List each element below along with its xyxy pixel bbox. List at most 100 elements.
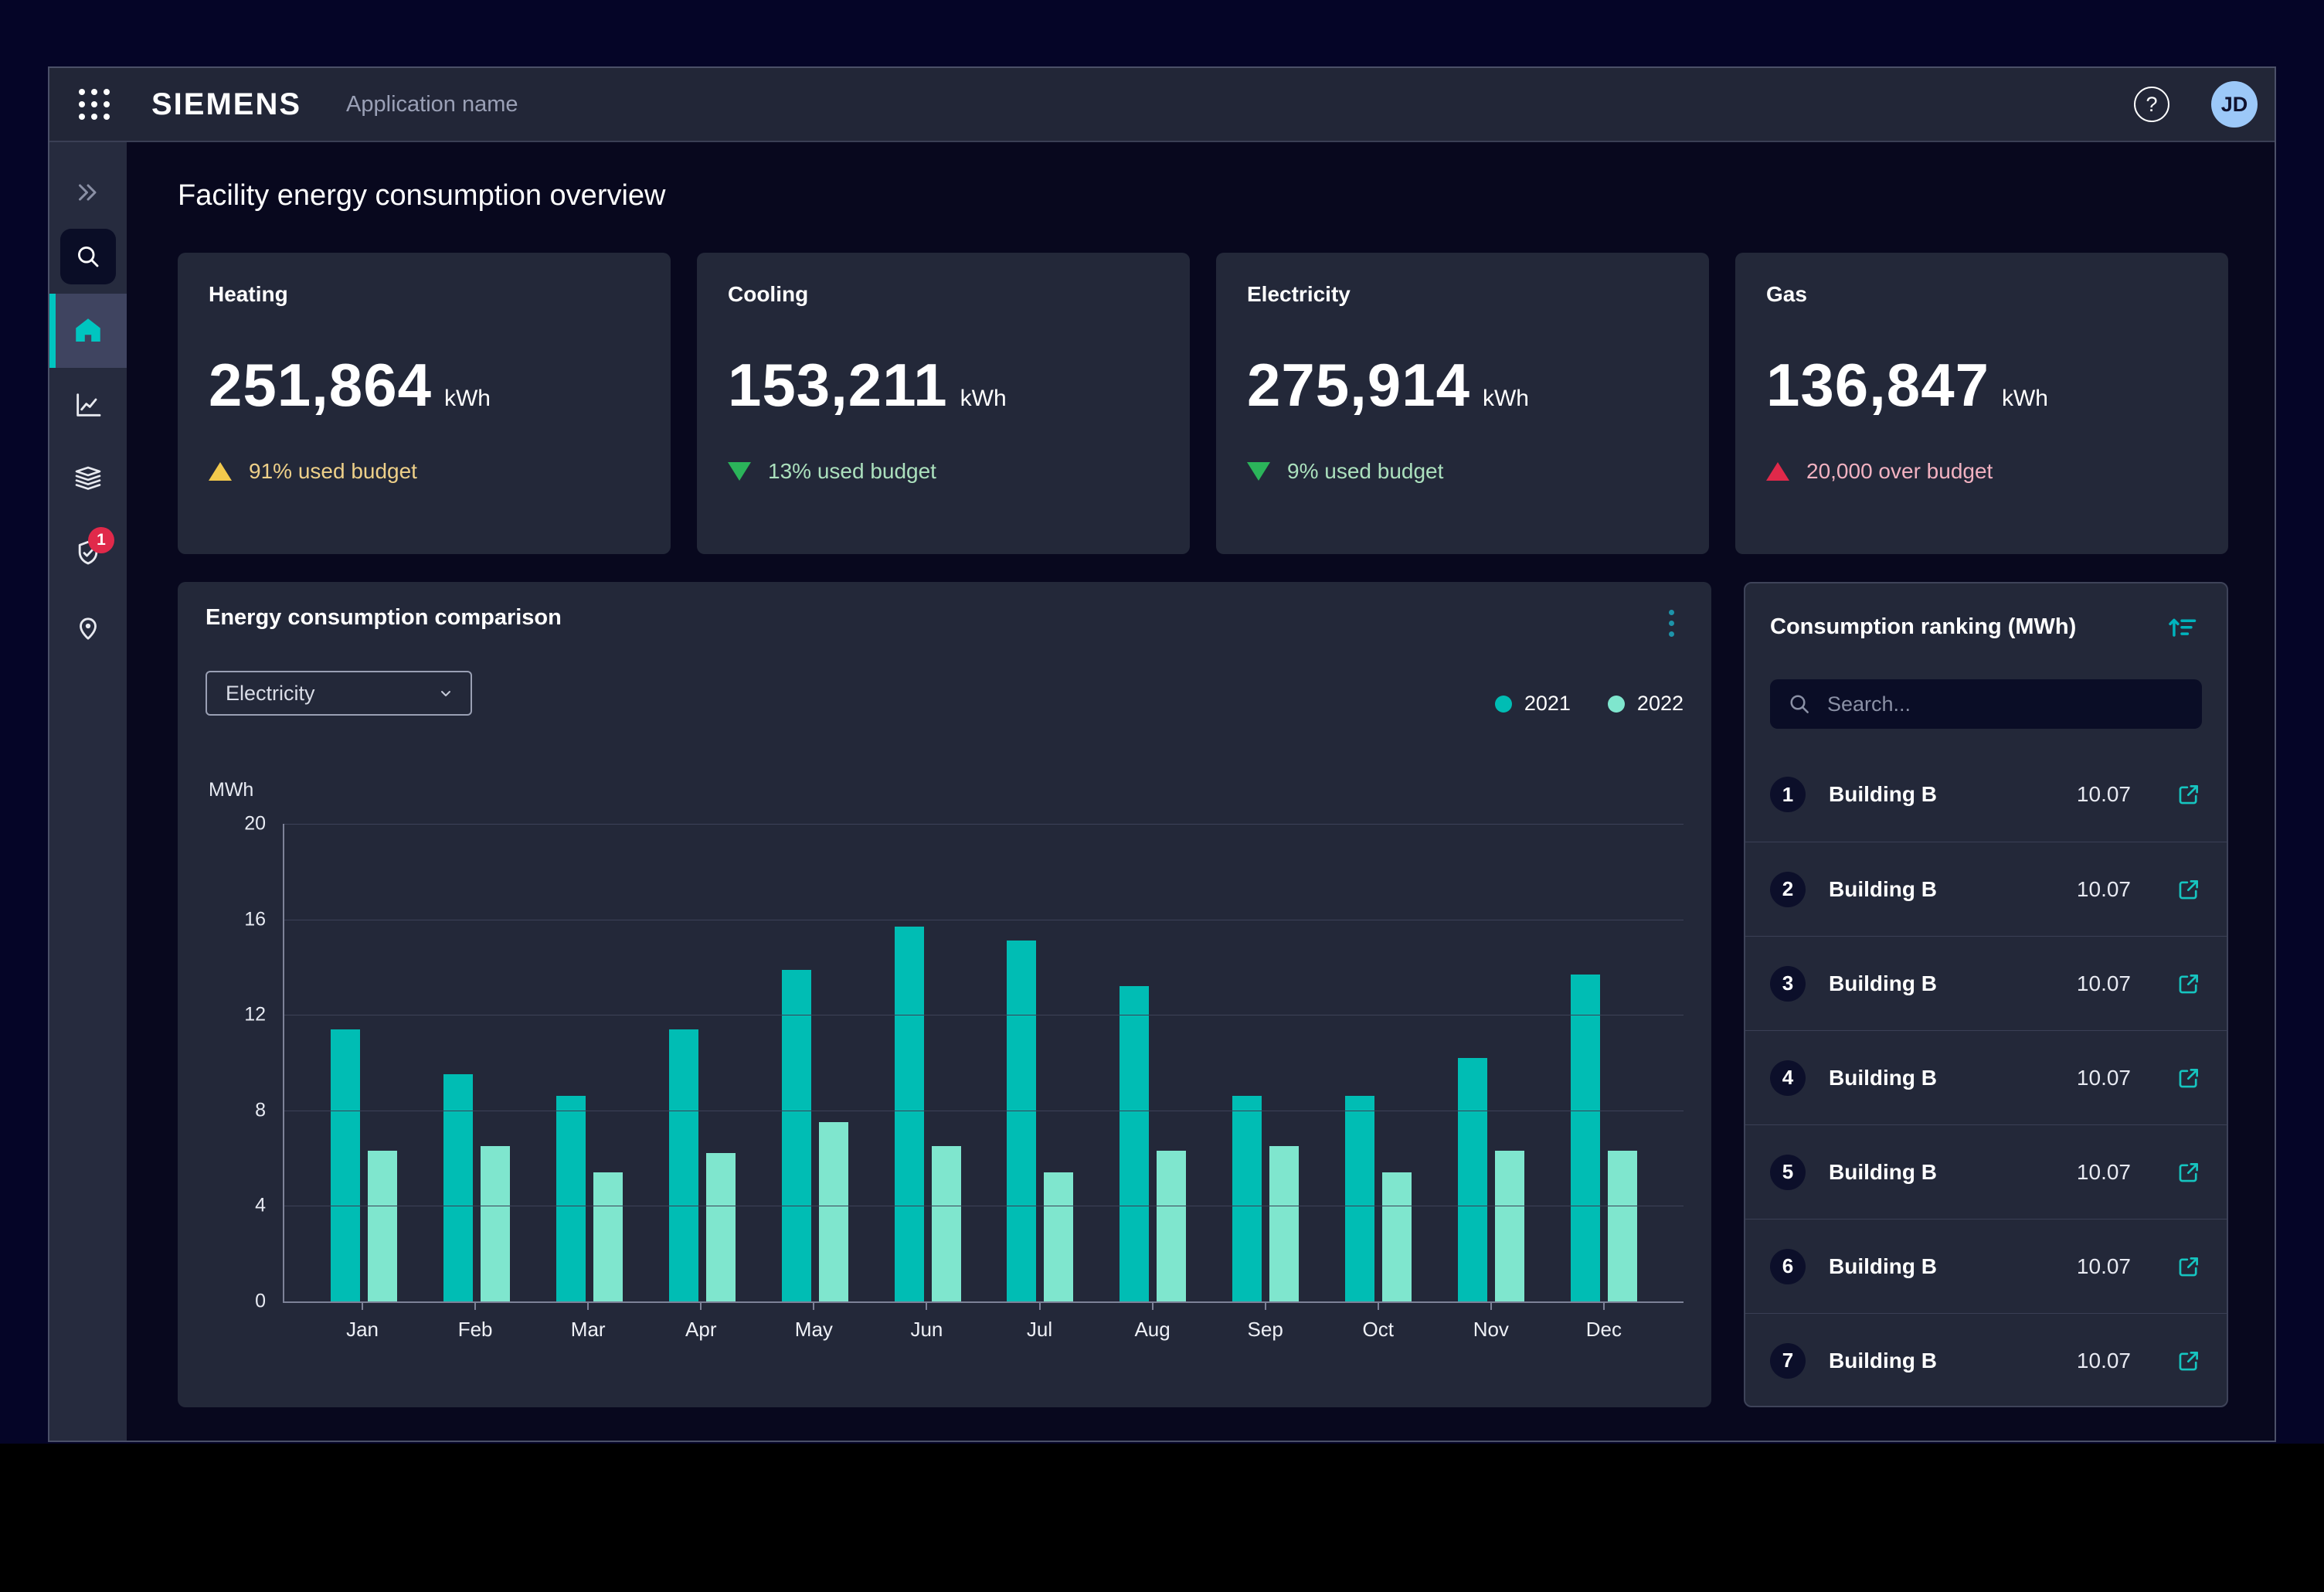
bar-2022-jul <box>1044 1172 1073 1301</box>
dropdown-value: Electricity <box>226 682 315 706</box>
kpi-status-text: 9% used budget <box>1287 459 1443 484</box>
ranking-row: 3 Building B 10.07 <box>1745 936 2227 1030</box>
sidebar-item-layers[interactable] <box>49 442 127 516</box>
bar-group-aug <box>1096 824 1209 1301</box>
kpi-value: 136,847 <box>1766 350 1989 420</box>
line-chart-icon <box>73 389 104 420</box>
sidebar-expand-button[interactable] <box>49 165 127 219</box>
kpi-card-gas: Gas 136,847 kWh 20,000 over budget <box>1735 253 2228 554</box>
ranking-row: 7 Building B 10.07 <box>1745 1313 2227 1407</box>
bar-2022-jan <box>368 1151 397 1301</box>
x-tick-oct: Oct <box>1322 1303 1435 1342</box>
sidebar-item-home[interactable] <box>49 294 127 368</box>
bar-group-jun <box>872 824 984 1301</box>
sort-icon[interactable] <box>2162 607 2202 647</box>
chart-plot: 048121620 <box>283 824 1684 1303</box>
bar-group-jan <box>307 824 420 1301</box>
location-pin-icon <box>73 612 104 643</box>
application-name: Application name <box>346 92 518 117</box>
bar-group-feb <box>420 824 533 1301</box>
ranking-panel: Consumption ranking (MWh) <box>1744 582 2228 1407</box>
kebab-menu-icon[interactable] <box>1660 605 1684 641</box>
gridline <box>284 824 1684 825</box>
bar-2022-aug <box>1157 1151 1186 1301</box>
bar-group-jul <box>984 824 1097 1301</box>
chart-card: Energy consumption comparison Electricit… <box>178 582 1711 1407</box>
bar-2021-oct <box>1345 1096 1374 1301</box>
energy-type-dropdown[interactable]: Electricity <box>206 671 472 716</box>
chart-legend: 2021 2022 <box>1495 692 1684 716</box>
bar-group-oct <box>1322 824 1435 1301</box>
building-name: Building B <box>1829 1349 2054 1373</box>
sidebar-item-locations[interactable] <box>49 590 127 665</box>
ranking-row: 5 Building B 10.07 <box>1745 1124 2227 1219</box>
sidebar-item-analytics[interactable] <box>49 368 127 442</box>
bar-group-may <box>759 824 872 1301</box>
bar-group-dec <box>1548 824 1660 1301</box>
kpi-title: Gas <box>1766 282 2197 307</box>
layers-icon <box>73 464 104 495</box>
double-chevron-right-icon <box>74 179 102 206</box>
kpi-value: 251,864 <box>209 350 432 420</box>
bar-2022-dec <box>1608 1151 1637 1301</box>
bar-2021-jan <box>331 1029 360 1301</box>
x-tick-apr: Apr <box>644 1303 757 1342</box>
bars-row <box>284 824 1684 1301</box>
kpi-unit: kWh <box>444 386 491 412</box>
y-tick-label: 16 <box>210 908 266 930</box>
external-link-icon[interactable] <box>2176 1065 2202 1091</box>
avatar-initials: JD <box>2221 93 2248 117</box>
bar-2021-sep <box>1232 1096 1262 1301</box>
x-tick-aug: Aug <box>1096 1303 1209 1342</box>
consumption-value: 10.07 <box>2077 1349 2131 1373</box>
external-link-icon[interactable] <box>2176 1254 2202 1280</box>
ranking-row: 4 Building B 10.07 <box>1745 1030 2227 1124</box>
rank-badge: 2 <box>1770 872 1806 907</box>
kpi-card-cooling: Cooling 153,211 kWh 13% used budget <box>697 253 1190 554</box>
kpi-unit: kWh <box>1483 386 1529 412</box>
ranking-title: Consumption ranking (MWh) <box>1770 614 2076 640</box>
kpi-card-electricity: Electricity 275,914 kWh 9% used budget <box>1216 253 1709 554</box>
building-name: Building B <box>1829 971 2054 996</box>
app-header: SIEMENS Application name ? JD <box>49 68 2275 142</box>
ranking-row: 6 Building B 10.07 <box>1745 1219 2227 1313</box>
kpi-status-text: 91% used budget <box>249 459 417 484</box>
external-link-icon[interactable] <box>2176 971 2202 997</box>
building-name: Building B <box>1829 782 2054 807</box>
rank-badge: 1 <box>1770 777 1806 812</box>
bar-group-apr <box>646 824 759 1301</box>
external-link-icon[interactable] <box>2176 876 2202 903</box>
bar-2022-feb <box>481 1146 510 1301</box>
kpi-value: 275,914 <box>1247 350 1470 420</box>
y-tick-label: 0 <box>210 1291 266 1313</box>
sidebar: 1 <box>49 142 127 1441</box>
help-icon[interactable]: ? <box>2134 87 2169 122</box>
sidebar-item-search[interactable] <box>49 219 127 294</box>
x-tick-mar: Mar <box>532 1303 644 1342</box>
consumption-value: 10.07 <box>2077 877 2131 902</box>
external-link-icon[interactable] <box>2176 781 2202 808</box>
rank-badge: 3 <box>1770 966 1806 1002</box>
y-axis-label: MWh <box>209 779 253 801</box>
trend-triangle-icon <box>728 462 751 481</box>
avatar[interactable]: JD <box>2211 81 2258 128</box>
search-input[interactable] <box>1826 692 2185 717</box>
bar-2021-may <box>782 970 811 1302</box>
chart-title: Energy consumption comparison <box>206 605 562 631</box>
y-tick-label: 8 <box>210 1099 266 1121</box>
consumption-value: 10.07 <box>2077 1254 2131 1279</box>
sidebar-item-compliance[interactable]: 1 <box>49 516 127 590</box>
building-name: Building B <box>1829 1160 2054 1185</box>
building-name: Building B <box>1829 877 2054 902</box>
bar-2021-jun <box>895 927 924 1301</box>
bottom-black-strip <box>0 1444 2324 1592</box>
external-link-icon[interactable] <box>2176 1159 2202 1185</box>
external-link-icon[interactable] <box>2176 1348 2202 1374</box>
kpi-row: Heating 251,864 kWh 91% used budget Cool… <box>178 253 2228 554</box>
consumption-value: 10.07 <box>2077 782 2131 807</box>
app-window: SIEMENS Application name ? JD <box>48 66 2276 1442</box>
app-launcher-icon[interactable] <box>79 89 110 120</box>
trend-triangle-icon <box>209 462 232 481</box>
legend-item-2021[interactable]: 2021 <box>1495 692 1571 716</box>
legend-item-2022[interactable]: 2022 <box>1608 692 1684 716</box>
